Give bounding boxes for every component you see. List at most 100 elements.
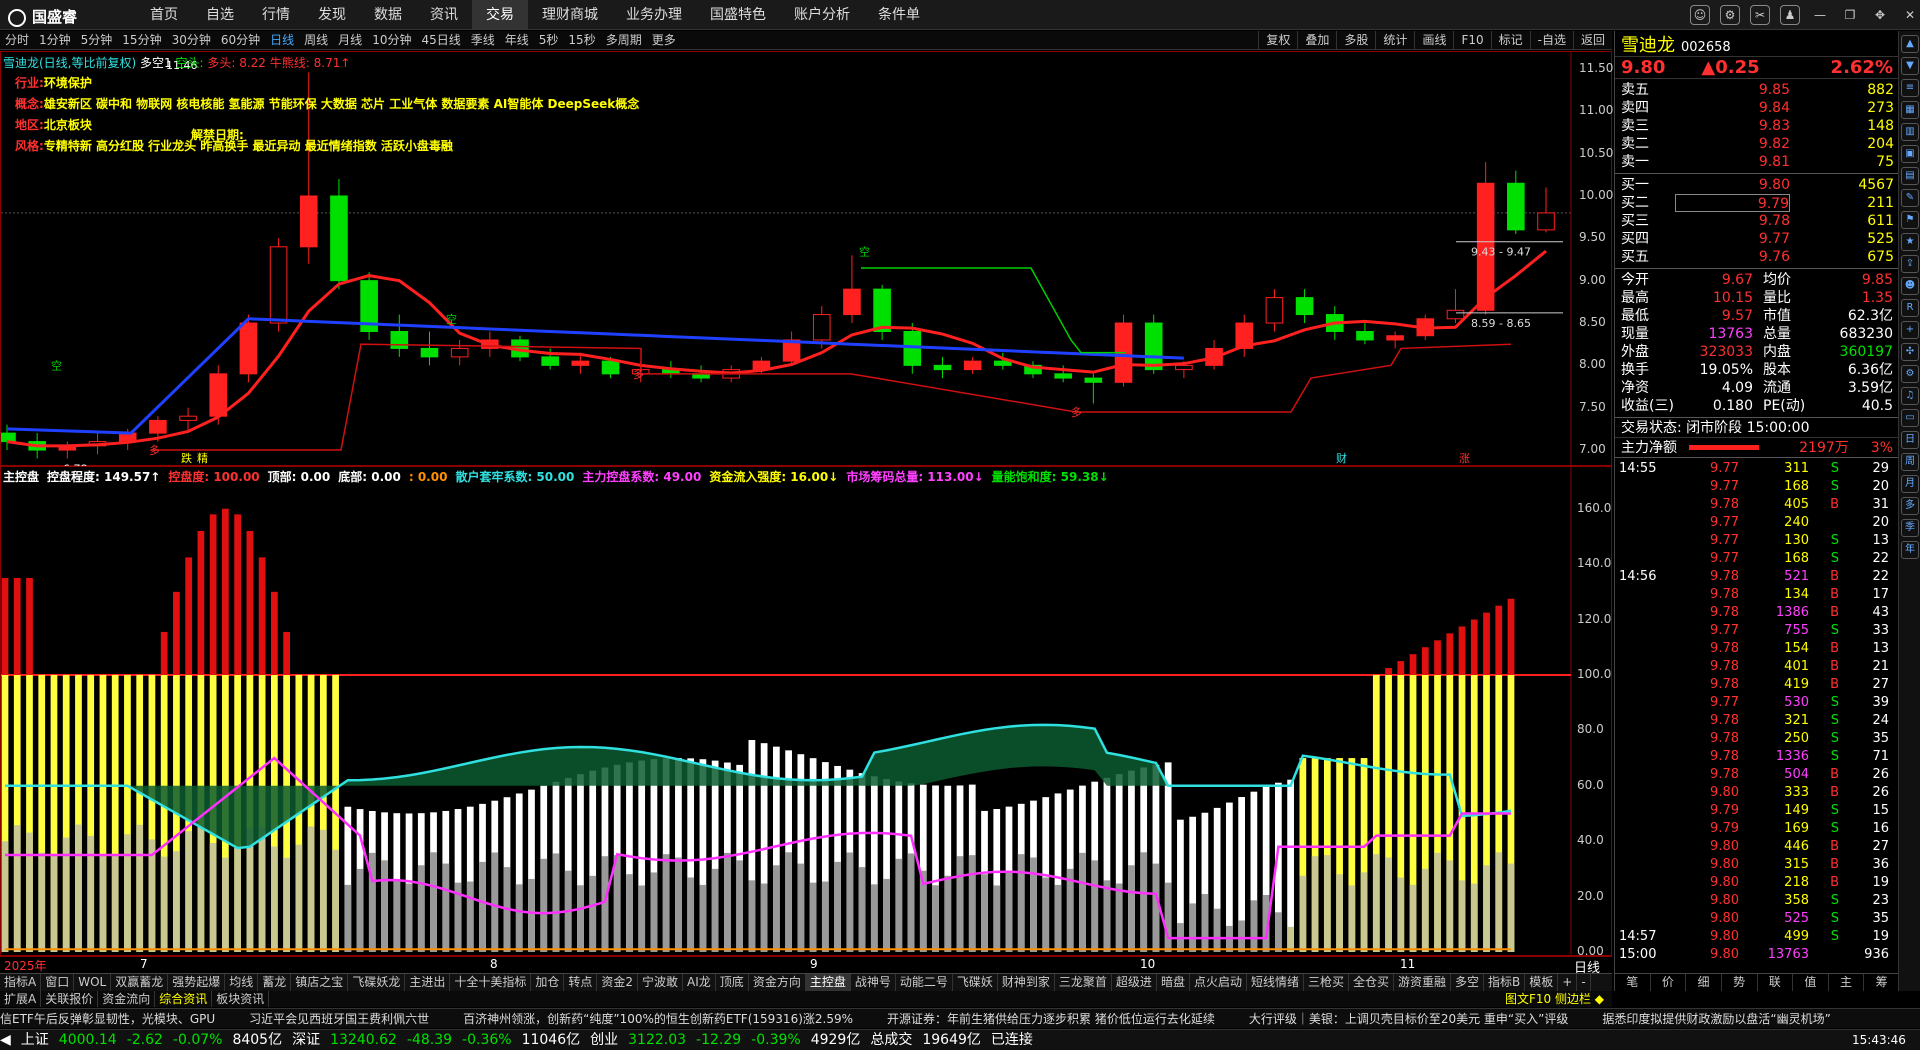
candle[interactable] — [1446, 289, 1465, 324]
mode-label[interactable]: 多空1 — [140, 56, 172, 70]
indicator-bar[interactable] — [1128, 770, 1135, 952]
period-tab[interactable]: 日线 — [265, 31, 299, 49]
indicator-bar[interactable] — [968, 784, 976, 952]
indicator-bar[interactable] — [981, 810, 988, 952]
indicator-bar[interactable] — [185, 557, 193, 952]
candle[interactable] — [1537, 187, 1555, 233]
indicator-tab[interactable]: 十全十美指标 — [450, 974, 532, 991]
indicator-bar[interactable] — [50, 674, 58, 952]
indicator-bar[interactable] — [675, 758, 682, 952]
indicator-tab[interactable]: 资金2 — [597, 974, 639, 991]
maximize-icon[interactable]: ✥ — [1870, 5, 1890, 25]
nav-item[interactable]: 行情 — [248, 0, 304, 30]
quote-tab[interactable]: 势 — [1722, 974, 1758, 991]
app-logo[interactable]: 国盛睿 — [8, 6, 77, 27]
candle[interactable] — [1235, 314, 1254, 357]
multi-icon[interactable]: 多 — [1901, 497, 1919, 515]
indicator-bar[interactable] — [503, 797, 511, 952]
indicator-bar[interactable] — [748, 739, 756, 952]
indicator-bar[interactable] — [1079, 785, 1086, 952]
indicator-bar[interactable] — [932, 785, 939, 952]
indicator-bar[interactable] — [858, 773, 866, 952]
chart-icon[interactable]: ▥ — [1901, 123, 1919, 141]
indicator-bar[interactable] — [62, 674, 70, 952]
toolbar-button[interactable]: 画线 — [1414, 31, 1453, 49]
period-tab[interactable]: 15分钟 — [117, 31, 166, 49]
period-tab[interactable]: 10分钟 — [367, 31, 416, 49]
indicator-bar[interactable] — [1091, 781, 1099, 952]
candle[interactable] — [1084, 373, 1103, 404]
period-tab[interactable]: 年线 — [500, 31, 534, 49]
indicator-tab[interactable]: 顶底 — [716, 974, 749, 991]
period-tab[interactable]: 15秒 — [563, 31, 600, 49]
indicator-bar[interactable] — [662, 758, 670, 952]
indicator-bar[interactable] — [1103, 777, 1111, 952]
indicator-bar[interactable] — [1409, 654, 1417, 952]
indicator-tab[interactable]: AI龙 — [683, 974, 716, 991]
indicator-bar[interactable] — [1483, 612, 1490, 952]
news-item[interactable]: 大行评级｜美银：上调贝壳目标价至20美元 重申“买入”评级 — [1249, 1012, 1569, 1026]
indicator-bar[interactable] — [515, 793, 523, 952]
candle[interactable] — [269, 238, 288, 332]
indicator-panel[interactable]: 主控盘 控盘程度: 149.57↑ 控盘度: 100.00 顶部: 0.00 底部: 0… — [0, 466, 1612, 958]
indicator-bar[interactable] — [270, 591, 278, 952]
indicator-tab[interactable]: 主控盘 — [805, 974, 851, 991]
indicator-bar[interactable] — [944, 785, 952, 952]
candle[interactable] — [1114, 314, 1133, 387]
indicator-bar[interactable] — [26, 577, 33, 952]
indicator-bar[interactable] — [736, 764, 744, 952]
side-tab[interactable]: 扩展A — [0, 991, 42, 1007]
candle[interactable] — [1265, 289, 1284, 332]
indicator-bar[interactable] — [258, 557, 266, 952]
quote-tab[interactable]: 值 — [1793, 974, 1829, 991]
side-tabs-right[interactable]: 图文F10 侧边栏 ◆ — [1505, 991, 1604, 1007]
nav-item[interactable]: 首页 — [136, 0, 192, 30]
index-name[interactable]: 上证 — [21, 1032, 49, 1048]
indicator-bar[interactable] — [1, 577, 9, 952]
side-tab[interactable]: 综合资讯 — [155, 991, 213, 1007]
nav-item[interactable]: 数据 — [360, 0, 416, 30]
indicator-bar[interactable] — [1017, 803, 1025, 952]
indicator-bar[interactable] — [454, 809, 462, 952]
candle[interactable] — [1024, 361, 1042, 379]
nav-item[interactable]: 业务办理 — [612, 0, 696, 30]
indicator-bar[interactable] — [1507, 598, 1515, 952]
chat-icon[interactable]: ☺ — [1690, 5, 1710, 25]
indicator-bar[interactable] — [809, 758, 817, 952]
indicator-bar[interactable] — [1030, 800, 1037, 952]
indicator-tab[interactable]: 强势起爆 — [168, 974, 226, 991]
note-icon[interactable]: ✎ — [1901, 189, 1919, 207]
indicator-tab[interactable]: 模板 — [1525, 974, 1559, 991]
bid-row[interactable]: 买二 9.79 211 — [1615, 194, 1899, 212]
indicator-bar[interactable] — [246, 530, 254, 952]
nav-item[interactable]: 自选 — [192, 0, 248, 30]
indicator-bar[interactable] — [1311, 758, 1319, 952]
indicator-tab[interactable]: 多空 — [1451, 974, 1485, 991]
candle[interactable] — [1295, 289, 1314, 324]
candle[interactable] — [1356, 323, 1374, 345]
candle[interactable] — [1507, 170, 1525, 235]
indicator-tab[interactable]: 超级进 — [1112, 974, 1157, 991]
indicator-bar[interactable] — [173, 591, 180, 952]
period-tab[interactable]: 5秒 — [534, 31, 564, 49]
indicator-bar[interactable] — [870, 776, 878, 952]
indicator-bar[interactable] — [197, 530, 205, 952]
candle[interactable] — [933, 356, 952, 379]
grid-icon[interactable]: ▦ — [1901, 101, 1919, 119]
indicator-bar[interactable] — [564, 777, 572, 952]
gear-small-icon[interactable]: ⚙ — [1901, 365, 1919, 383]
page-icon[interactable]: ▭ — [1901, 409, 1919, 427]
quote-tab[interactable]: 笔 — [1615, 974, 1651, 991]
people-icon[interactable]: ☻ — [1901, 277, 1919, 295]
indicator-bar[interactable] — [650, 759, 658, 952]
indicator-tab[interactable]: 转点 — [564, 974, 598, 991]
indicator-bar[interactable] — [1299, 758, 1307, 952]
indicator-bar[interactable] — [1421, 647, 1429, 952]
indicator-bar[interactable] — [846, 769, 854, 952]
year-icon[interactable]: 年 — [1901, 541, 1919, 559]
indicator-bar[interactable] — [1201, 812, 1209, 952]
news-ticker[interactable]: 信ETF午后反弹彰显韧性，光模块、GPU 习近平会见西班牙国王费利佩六世 百济神州领… — [0, 1008, 1920, 1028]
indicator-bar[interactable] — [442, 810, 450, 952]
tick-list[interactable]: 14:55 9.77 311 S 29 9.77 168 S 20 9.78 405 B 31 9.77 2… — [1615, 458, 1899, 964]
indicator-bar[interactable] — [381, 812, 388, 952]
